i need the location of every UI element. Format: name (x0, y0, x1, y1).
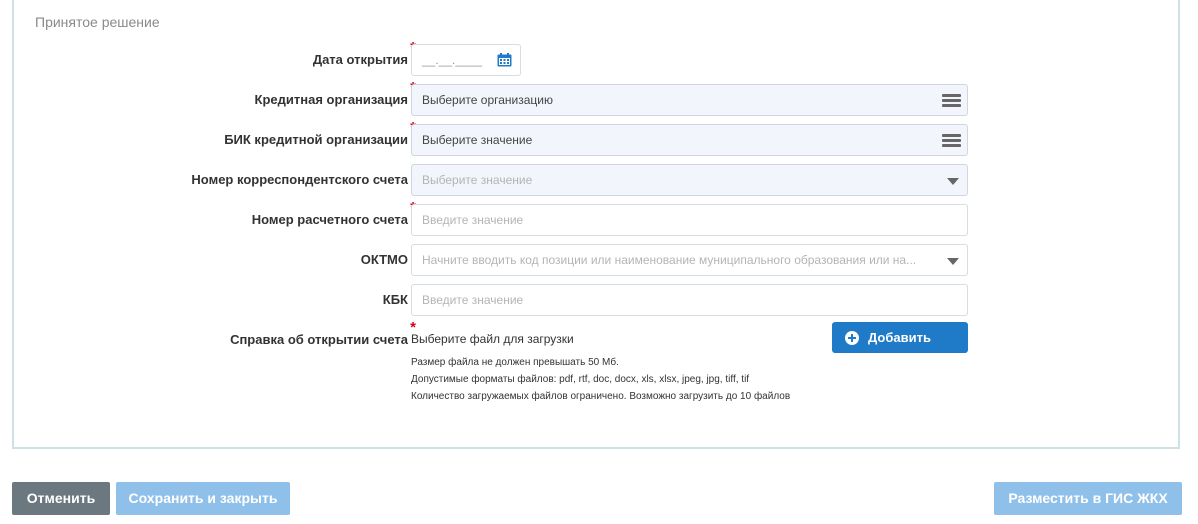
date-mask: __.__.____ (422, 53, 483, 67)
open-date-input[interactable]: __.__.____ (411, 44, 521, 76)
decision-panel: Принятое решение Дата открытия * __.__._… (12, 0, 1180, 449)
settlement-account-label: Номер расчетного счета (251, 212, 408, 227)
settlement-account-placeholder: Введите значение (422, 213, 524, 227)
credit-org-value: Выберите организацию (422, 93, 554, 107)
row-oktmo: ОКТМО Начните вводить код позиции или на… (14, 244, 1178, 276)
oktmo-placeholder: Начните вводить код позиции или наименов… (422, 253, 917, 267)
oktmo-select[interactable]: Начните вводить код позиции или наименов… (411, 244, 968, 276)
row-corr-account: Номер корреспондентского счета Выберите … (14, 164, 1178, 196)
bik-select[interactable]: Выберите значение (411, 124, 968, 156)
bik-value: Выберите значение (422, 133, 533, 147)
settlement-account-input[interactable]: Введите значение (411, 204, 968, 236)
publish-button[interactable]: Разместить в ГИС ЖКХ (994, 482, 1182, 515)
certificate-label: Справка об открытии счета (230, 332, 408, 347)
kbk-input[interactable]: Введите значение (411, 284, 968, 316)
corr-account-placeholder: Выберите значение (422, 173, 533, 187)
row-credit-org: Кредитная организация * Выберите организ… (14, 79, 1178, 116)
kbk-placeholder: Введите значение (422, 293, 524, 307)
row-bik: БИК кредитной организации * Выберите зна… (14, 119, 1178, 156)
credit-org-label: Кредитная организация (254, 92, 408, 107)
calendar-icon[interactable] (497, 53, 512, 67)
save-close-button[interactable]: Сохранить и закрыть (116, 482, 290, 515)
oktmo-label: ОКТМО (360, 252, 408, 267)
chevron-down-icon[interactable] (947, 258, 959, 265)
list-menu-icon[interactable] (942, 94, 961, 108)
file-count-hint: Количество загружаемых файлов ограничено… (411, 391, 791, 402)
chevron-down-icon[interactable] (947, 178, 959, 185)
row-kbk: КБК Введите значение (14, 284, 1178, 316)
cancel-button[interactable]: Отменить (12, 482, 110, 515)
row-settlement-account: Номер расчетного счета * Введите значени… (14, 199, 1178, 236)
kbk-label: КБК (382, 292, 408, 307)
credit-org-select[interactable]: Выберите организацию (411, 84, 968, 116)
plus-circle-icon (845, 331, 859, 345)
panel-title: Принятое решение (35, 14, 160, 30)
open-date-label: Дата открытия (312, 52, 408, 67)
bik-label: БИК кредитной организации (224, 132, 408, 147)
corr-account-label: Номер корреспондентского счета (191, 172, 408, 187)
corr-account-select[interactable]: Выберите значение (411, 164, 968, 196)
row-open-date: Дата открытия * __.__.____ (14, 39, 1178, 76)
list-menu-icon[interactable] (942, 134, 961, 148)
add-file-button[interactable]: Добавить файл (832, 322, 968, 376)
